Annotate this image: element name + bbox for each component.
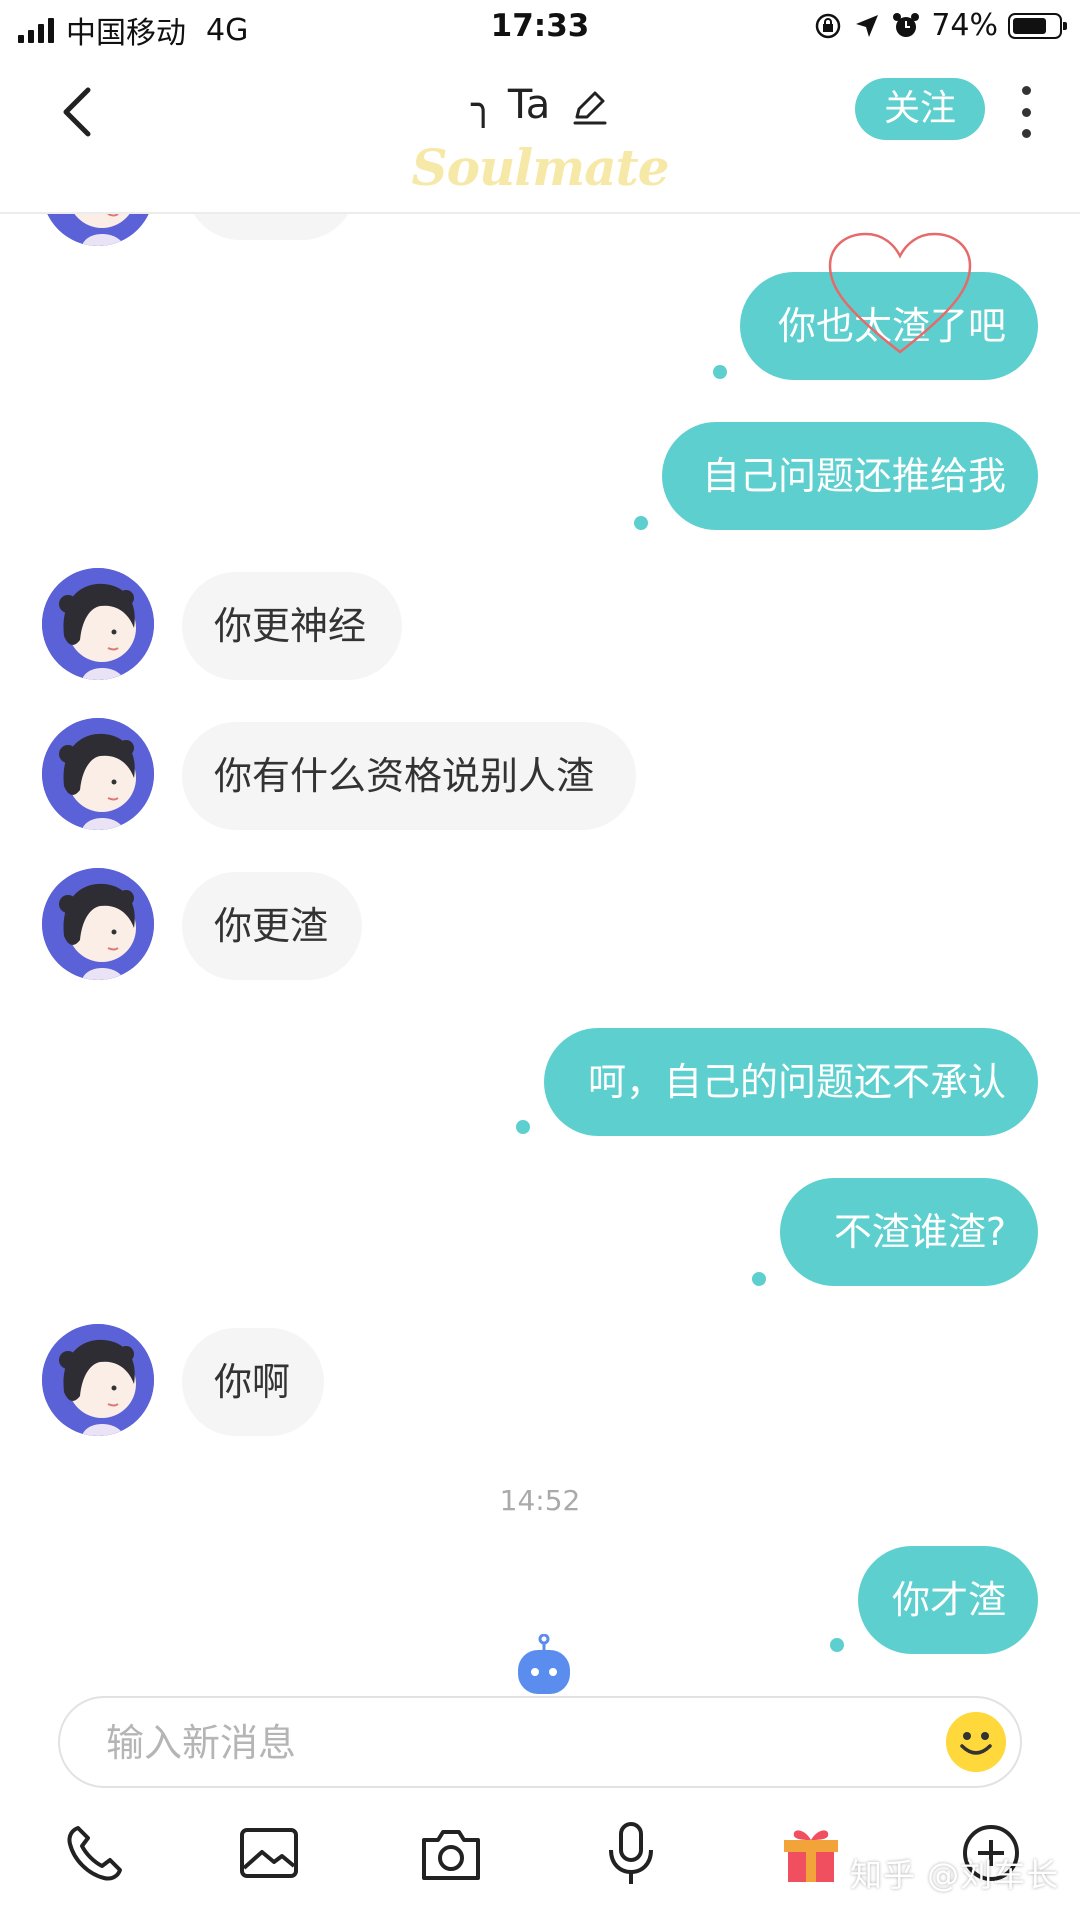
battery-icon [1008,12,1067,39]
avatar-portrait-icon [42,214,154,246]
avatar[interactable] [42,868,154,980]
chat-title-text: ╮ Ta [471,82,551,128]
message-tail-dot [516,1120,530,1134]
avatar-portrait-icon [42,868,154,980]
message-bubble-sent[interactable]: 不渣谁渣? [780,1178,1038,1286]
follow-button[interactable]: 关注 [855,78,985,140]
message-bubble-received[interactable]: 你有什么资格说别人渣 [182,722,636,830]
message-tail-dot [634,516,648,530]
avatar[interactable] [42,718,154,830]
watermark: 知乎 @刘车长 [850,1856,1060,1894]
battery-percent: 74% [931,8,998,43]
avatar-portrait-icon [42,718,154,830]
nav-bar: ╮ Ta Soulmate 关注 [0,56,1080,214]
brand-logo: Soulmate [0,138,1080,197]
message-input[interactable] [104,1712,888,1774]
avatar[interactable] [42,568,154,680]
message-bubble-sent[interactable]: 呵，自己的问题还不承认 [544,1028,1038,1136]
rotation-lock-icon [816,13,841,38]
microphone-icon[interactable] [596,1818,666,1888]
status-bar: 中国移动 4G 17:33 74% [0,0,1080,56]
emoji-icon[interactable] [946,1712,1006,1772]
avatar-portrait-icon [42,1324,154,1436]
heart-icon [828,232,972,354]
message-bubble-partial [186,214,356,240]
message-tail-dot [830,1638,844,1652]
brand-logo-text: Soulmate [411,138,669,197]
more-options-icon[interactable] [1014,86,1038,138]
timestamp-divider: 14:52 [499,1484,581,1517]
chat-list[interactable]: 你也太渣了吧 自己问题还推给我 你更神经 你有什么资格说别人渣 你更渣 呵，自己… [0,214,1080,1684]
message-tail-dot [752,1272,766,1286]
phone-icon[interactable] [60,1818,130,1888]
edit-icon[interactable] [569,87,609,127]
message-bubble-sent[interactable]: 自己问题还推给我 [662,422,1038,530]
robot-assistant-icon[interactable] [514,1634,574,1696]
message-bubble-received[interactable]: 你啊 [182,1328,324,1436]
gift-icon[interactable] [776,1818,846,1888]
avatar-portrait-icon [42,568,154,680]
avatar[interactable] [42,1324,154,1436]
message-tail-dot [713,365,727,379]
message-bubble-sent[interactable]: 你才渣 [858,1546,1038,1654]
avatar[interactable] [42,214,154,246]
location-icon [856,14,879,37]
camera-icon[interactable] [416,1818,486,1888]
alarm-icon [893,12,920,37]
status-right: 74% [813,8,1067,43]
message-bubble-received[interactable]: 你更渣 [182,872,362,980]
message-input-box [58,1696,1022,1788]
image-icon[interactable] [234,1818,304,1888]
message-bubble-received[interactable]: 你更神经 [182,572,402,680]
